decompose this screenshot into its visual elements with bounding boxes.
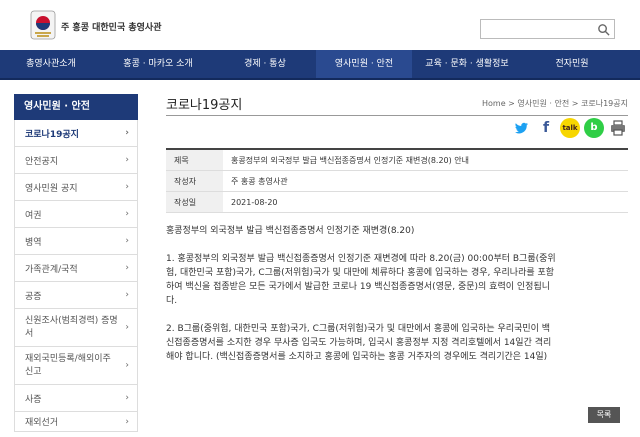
sidebar: 영사민원 · 안전 코로나19공지 › 안전공지 › 영사민원 공지 › 여권 …: [14, 94, 138, 432]
breadcrumb[interactable]: Home > 영사민원 · 안전 > 코로나19공지: [482, 98, 628, 109]
band-icon[interactable]: b: [584, 118, 604, 138]
search-input[interactable]: [481, 20, 593, 38]
chevron-right-icon: ›: [125, 263, 129, 273]
sidebar-item-label: 여권: [25, 210, 42, 221]
chevron-right-icon: ›: [125, 416, 129, 427]
sidebar-item-label: 공증: [25, 291, 42, 302]
sidebar-item-label: 병역: [25, 237, 42, 248]
sidebar-item-criminal-record[interactable]: 신원조사(범죄경력) 증명서 ›: [14, 309, 138, 347]
chevron-right-icon: ›: [125, 155, 129, 165]
paragraph-line: 해야 합니다. (백신접종증명서를 소지하고 홍콩에 입국하는 홍콩 거주자의 …: [166, 352, 548, 362]
sidebar-item-label: 안전공지: [25, 156, 59, 167]
kakaotalk-icon[interactable]: talk: [560, 118, 580, 138]
search-box: [480, 19, 615, 39]
nav-education-culture[interactable]: 교육 · 문화 · 생활정보: [412, 50, 522, 78]
sidebar-item-passport[interactable]: 여권 ›: [14, 201, 138, 228]
info-row-author: 작성자 주 홍콩 총영사관: [166, 171, 628, 192]
chevron-right-icon: ›: [125, 322, 129, 332]
sidebar-item-military[interactable]: 병역 ›: [14, 228, 138, 255]
sidebar-item-visa[interactable]: 사증 ›: [14, 385, 138, 412]
sidebar-item-covid19[interactable]: 코로나19공지 ›: [14, 120, 138, 147]
info-label: 제목: [166, 150, 223, 170]
post-author: 주 홍콩 총영사관: [231, 177, 288, 186]
facebook-icon[interactable]: f: [536, 118, 556, 138]
list-button[interactable]: 목록: [588, 407, 620, 423]
print-icon[interactable]: [608, 118, 628, 138]
info-row-date: 작성일 2021-08-20: [166, 192, 628, 213]
paragraph-line: 1. 홍콩정부의 외국정부 발급 백신접종증명서 인정기준 재변경에 따라 8.…: [166, 254, 556, 264]
chevron-right-icon: ›: [125, 290, 129, 300]
sidebar-item-label: 재외국민등록/해외이주신고: [25, 353, 111, 377]
paragraph-line: 험, 대한민국 포함)국가, C그룹(저위험)국가 및 대만에 체류하다 홍콩에…: [166, 268, 555, 278]
post-body-heading: 홍콩정부의 외국정부 발급 백신접종증명서 인정기준 재변경(8.20): [166, 226, 415, 236]
government-emblem-icon[interactable]: [30, 10, 56, 40]
paragraph-line: 2. B그룹(중위험, 대한민국 포함)국가, C그룹(저위험)국가 및 대만에…: [166, 324, 551, 334]
sidebar-item-label: 재외선거: [25, 418, 59, 428]
chevron-right-icon: ›: [125, 236, 129, 246]
nav-economy-trade[interactable]: 경제 · 통상: [214, 50, 316, 78]
sidebar-item-notary[interactable]: 공증 ›: [14, 282, 138, 309]
info-label: 작성자: [166, 171, 223, 191]
post-body-paragraph-2: 2. B그룹(중위험, 대한민국 포함)국가, C그룹(저위험)국가 및 대만에…: [166, 322, 628, 364]
sidebar-title: 영사민원 · 안전: [14, 94, 138, 120]
post-body: 홍콩정부의 외국정부 발급 백신접종증명서 인정기준 재변경(8.20) 1. …: [166, 224, 628, 374]
nav-e-civil-service[interactable]: 전자민원: [522, 50, 622, 78]
paragraph-line: 다.: [166, 296, 178, 306]
title-divider: [166, 115, 628, 116]
twitter-icon[interactable]: [512, 118, 532, 138]
page-title: 코로나19공지: [166, 98, 243, 113]
chevron-right-icon: ›: [125, 209, 129, 219]
post-body-paragraph-1: 1. 홍콩정부의 외국정부 발급 백신접종증명서 인정기준 재변경에 따라 8.…: [166, 252, 628, 308]
sidebar-item-label: 영사민원 공지: [25, 183, 78, 194]
sidebar-item-family-nationality[interactable]: 가족관계/국적 ›: [14, 255, 138, 282]
paragraph-line: 신접종증명서를 소지한 경우 무사증 입국도 가능하며, 입국시 홍콩정부 지정…: [166, 338, 552, 348]
sidebar-item-label: 가족관계/국적: [25, 264, 78, 275]
top-navigation: 총영사관소개 홍콩 · 마카오 소개 경제 · 통상 영사민원 · 안전 교육 …: [0, 50, 640, 80]
post-date: 2021-08-20: [231, 198, 278, 207]
nav-about[interactable]: 총영사관소개: [0, 50, 102, 78]
sidebar-item-safety[interactable]: 안전공지 ›: [14, 147, 138, 174]
org-name[interactable]: 주 홍콩 대한민국 총영사관: [61, 20, 161, 33]
post-title: 홍콩정부의 외국정부 발급 백신접종증명서 인정기준 재변경(8.20) 안내: [231, 156, 470, 165]
chevron-right-icon: ›: [125, 360, 129, 370]
sidebar-item-label: 신원조사(범죄경력) 증명서: [25, 315, 118, 339]
share-buttons: f talk b: [512, 118, 628, 142]
nav-consular-safety[interactable]: 영사민원 · 안전: [316, 50, 412, 78]
sidebar-item-label: 사증: [25, 394, 42, 405]
nav-hongkong-macau[interactable]: 홍콩 · 마카오 소개: [102, 50, 214, 78]
search-icon[interactable]: [597, 23, 610, 36]
info-label: 작성일: [166, 192, 223, 212]
post-info-table: 제목 홍콩정부의 외국정부 발급 백신접종증명서 인정기준 재변경(8.20) …: [166, 148, 628, 213]
sidebar-item-overseas-election[interactable]: 재외선거 ›: [14, 412, 138, 432]
site-header: 주 홍콩 대한민국 총영사관: [0, 0, 640, 50]
info-row-title: 제목 홍콩정부의 외국정부 발급 백신접종증명서 인정기준 재변경(8.20) …: [166, 150, 628, 171]
chevron-right-icon: ›: [125, 393, 129, 403]
sidebar-item-label: 코로나19공지: [25, 129, 79, 140]
sidebar-item-overseas-registration[interactable]: 재외국민등록/해외이주신고 ›: [14, 347, 138, 385]
chevron-right-icon: ›: [125, 182, 129, 192]
sidebar-item-consular-notice[interactable]: 영사민원 공지 ›: [14, 174, 138, 201]
chevron-right-icon: ›: [125, 128, 129, 138]
paragraph-line: 하여 백신을 접종받은 모든 국가에서 발급한 코로나 19 백신접종증명서(영…: [166, 282, 551, 292]
